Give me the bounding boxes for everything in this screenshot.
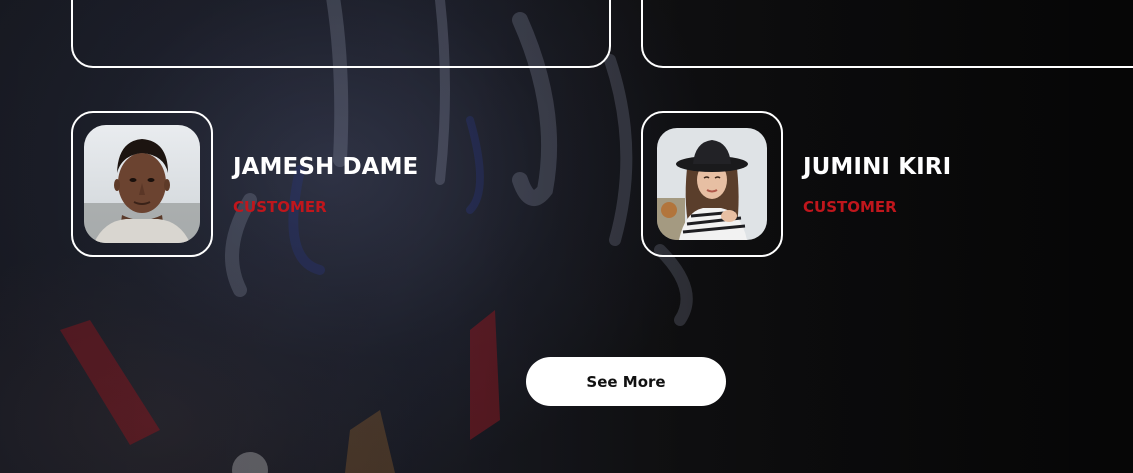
testimonials-section: JAMESH DAME CUSTOMER JUMINI KIRI CUSTOME…	[0, 0, 1133, 473]
man-portrait-icon	[84, 125, 200, 243]
avatar-frame	[71, 111, 213, 257]
avatar	[657, 128, 767, 240]
testimonial-author: JUMINI KIRI CUSTOMER	[641, 111, 951, 257]
testimonial-card-top-left	[71, 0, 611, 68]
author-info: JUMINI KIRI CUSTOMER	[803, 153, 952, 216]
author-role: CUSTOMER	[803, 197, 897, 216]
author-name: JUMINI KIRI	[803, 153, 952, 180]
avatar	[84, 125, 200, 243]
author-info: JAMESH DAME CUSTOMER	[233, 153, 419, 216]
author-role: CUSTOMER	[233, 197, 327, 216]
testimonial-author: JAMESH DAME CUSTOMER	[71, 111, 418, 257]
avatar-frame	[641, 111, 783, 257]
testimonial-card-top-right	[641, 0, 1133, 68]
woman-hat-portrait-icon	[657, 128, 767, 240]
see-more-button[interactable]: See More	[526, 357, 726, 406]
author-name: JAMESH DAME	[233, 153, 419, 180]
